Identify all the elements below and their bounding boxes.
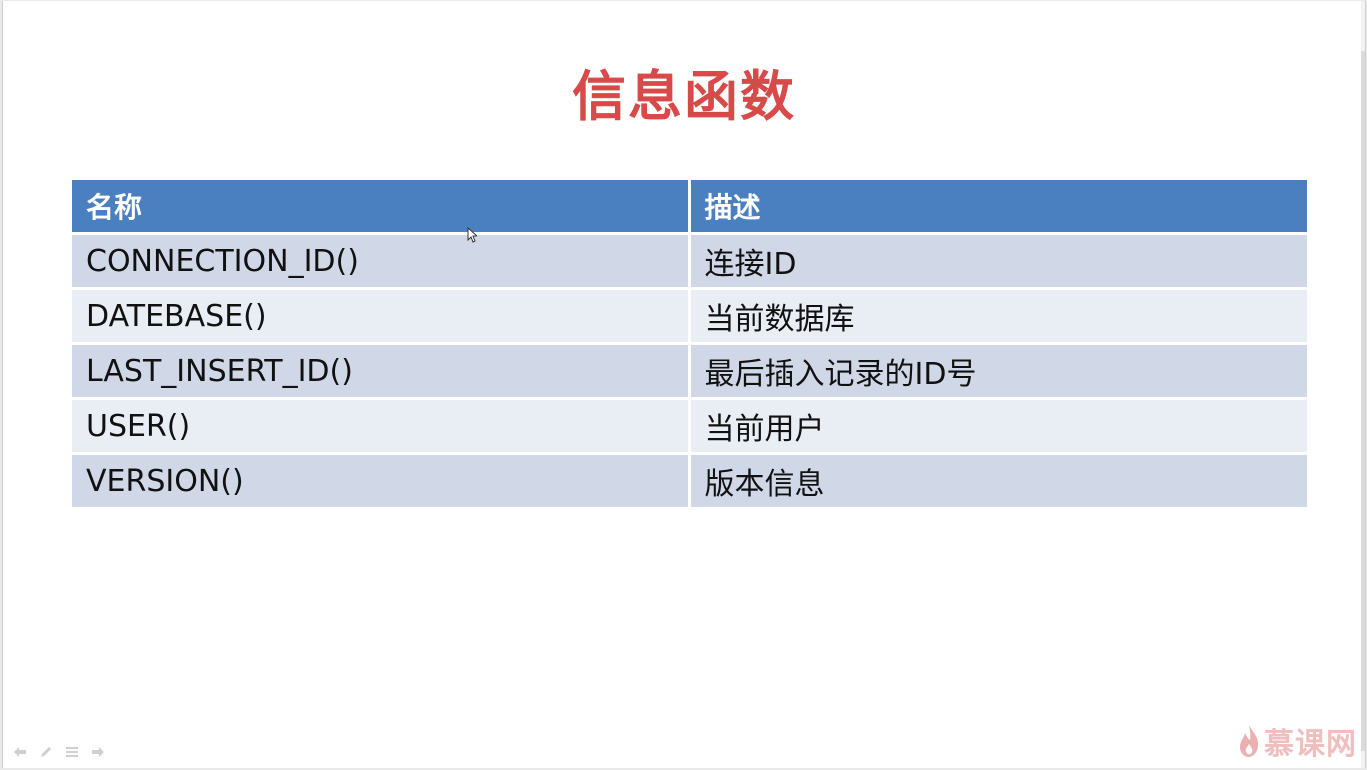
function-description-cell: 版本信息 bbox=[689, 453, 1307, 510]
menu-icon[interactable] bbox=[63, 744, 81, 760]
info-functions-table: 名称 描述 CONNECTION_ID() 连接ID DATEBASE() 当前… bbox=[72, 180, 1307, 510]
table-row: LAST_INSERT_ID() 最后插入记录的ID号 bbox=[72, 343, 1307, 400]
function-description-cell: 当前数据库 bbox=[689, 288, 1307, 345]
table-row: USER() 当前用户 bbox=[72, 398, 1307, 455]
pen-icon[interactable] bbox=[37, 744, 55, 760]
logo-text: 慕课网 bbox=[1264, 727, 1357, 762]
next-arrow-icon[interactable] bbox=[89, 744, 107, 760]
function-description-cell: 最后插入记录的ID号 bbox=[689, 343, 1307, 400]
function-description-cell: 当前用户 bbox=[689, 398, 1307, 455]
column-header-description: 描述 bbox=[689, 180, 1307, 235]
prev-arrow-icon[interactable] bbox=[11, 744, 29, 760]
imooc-logo: 慕课网 bbox=[1238, 719, 1357, 763]
slide-title: 信息函数 bbox=[572, 65, 796, 128]
column-header-name: 名称 bbox=[72, 180, 691, 235]
table-row: CONNECTION_ID() 连接ID bbox=[72, 233, 1307, 290]
table-row: DATEBASE() 当前数据库 bbox=[72, 288, 1307, 345]
scrollbar-thumb[interactable] bbox=[1361, 51, 1365, 751]
function-name-cell: VERSION() bbox=[72, 453, 691, 510]
function-description-cell: 连接ID bbox=[689, 233, 1307, 290]
table-row: VERSION() 版本信息 bbox=[72, 453, 1307, 510]
slideshow-toolbar bbox=[11, 744, 107, 760]
mouse-cursor-icon bbox=[467, 227, 477, 243]
function-name-cell: USER() bbox=[72, 398, 691, 455]
function-name-cell: CONNECTION_ID() bbox=[72, 233, 691, 290]
flame-icon bbox=[1240, 725, 1259, 757]
presentation-slide: 信息函数 名称 描述 CONNECTION_ID() 连接ID DATEBASE… bbox=[2, 1, 1366, 768]
function-name-cell: DATEBASE() bbox=[72, 288, 691, 345]
table-header-row: 名称 描述 bbox=[72, 180, 1307, 235]
function-name-cell: LAST_INSERT_ID() bbox=[72, 343, 691, 400]
